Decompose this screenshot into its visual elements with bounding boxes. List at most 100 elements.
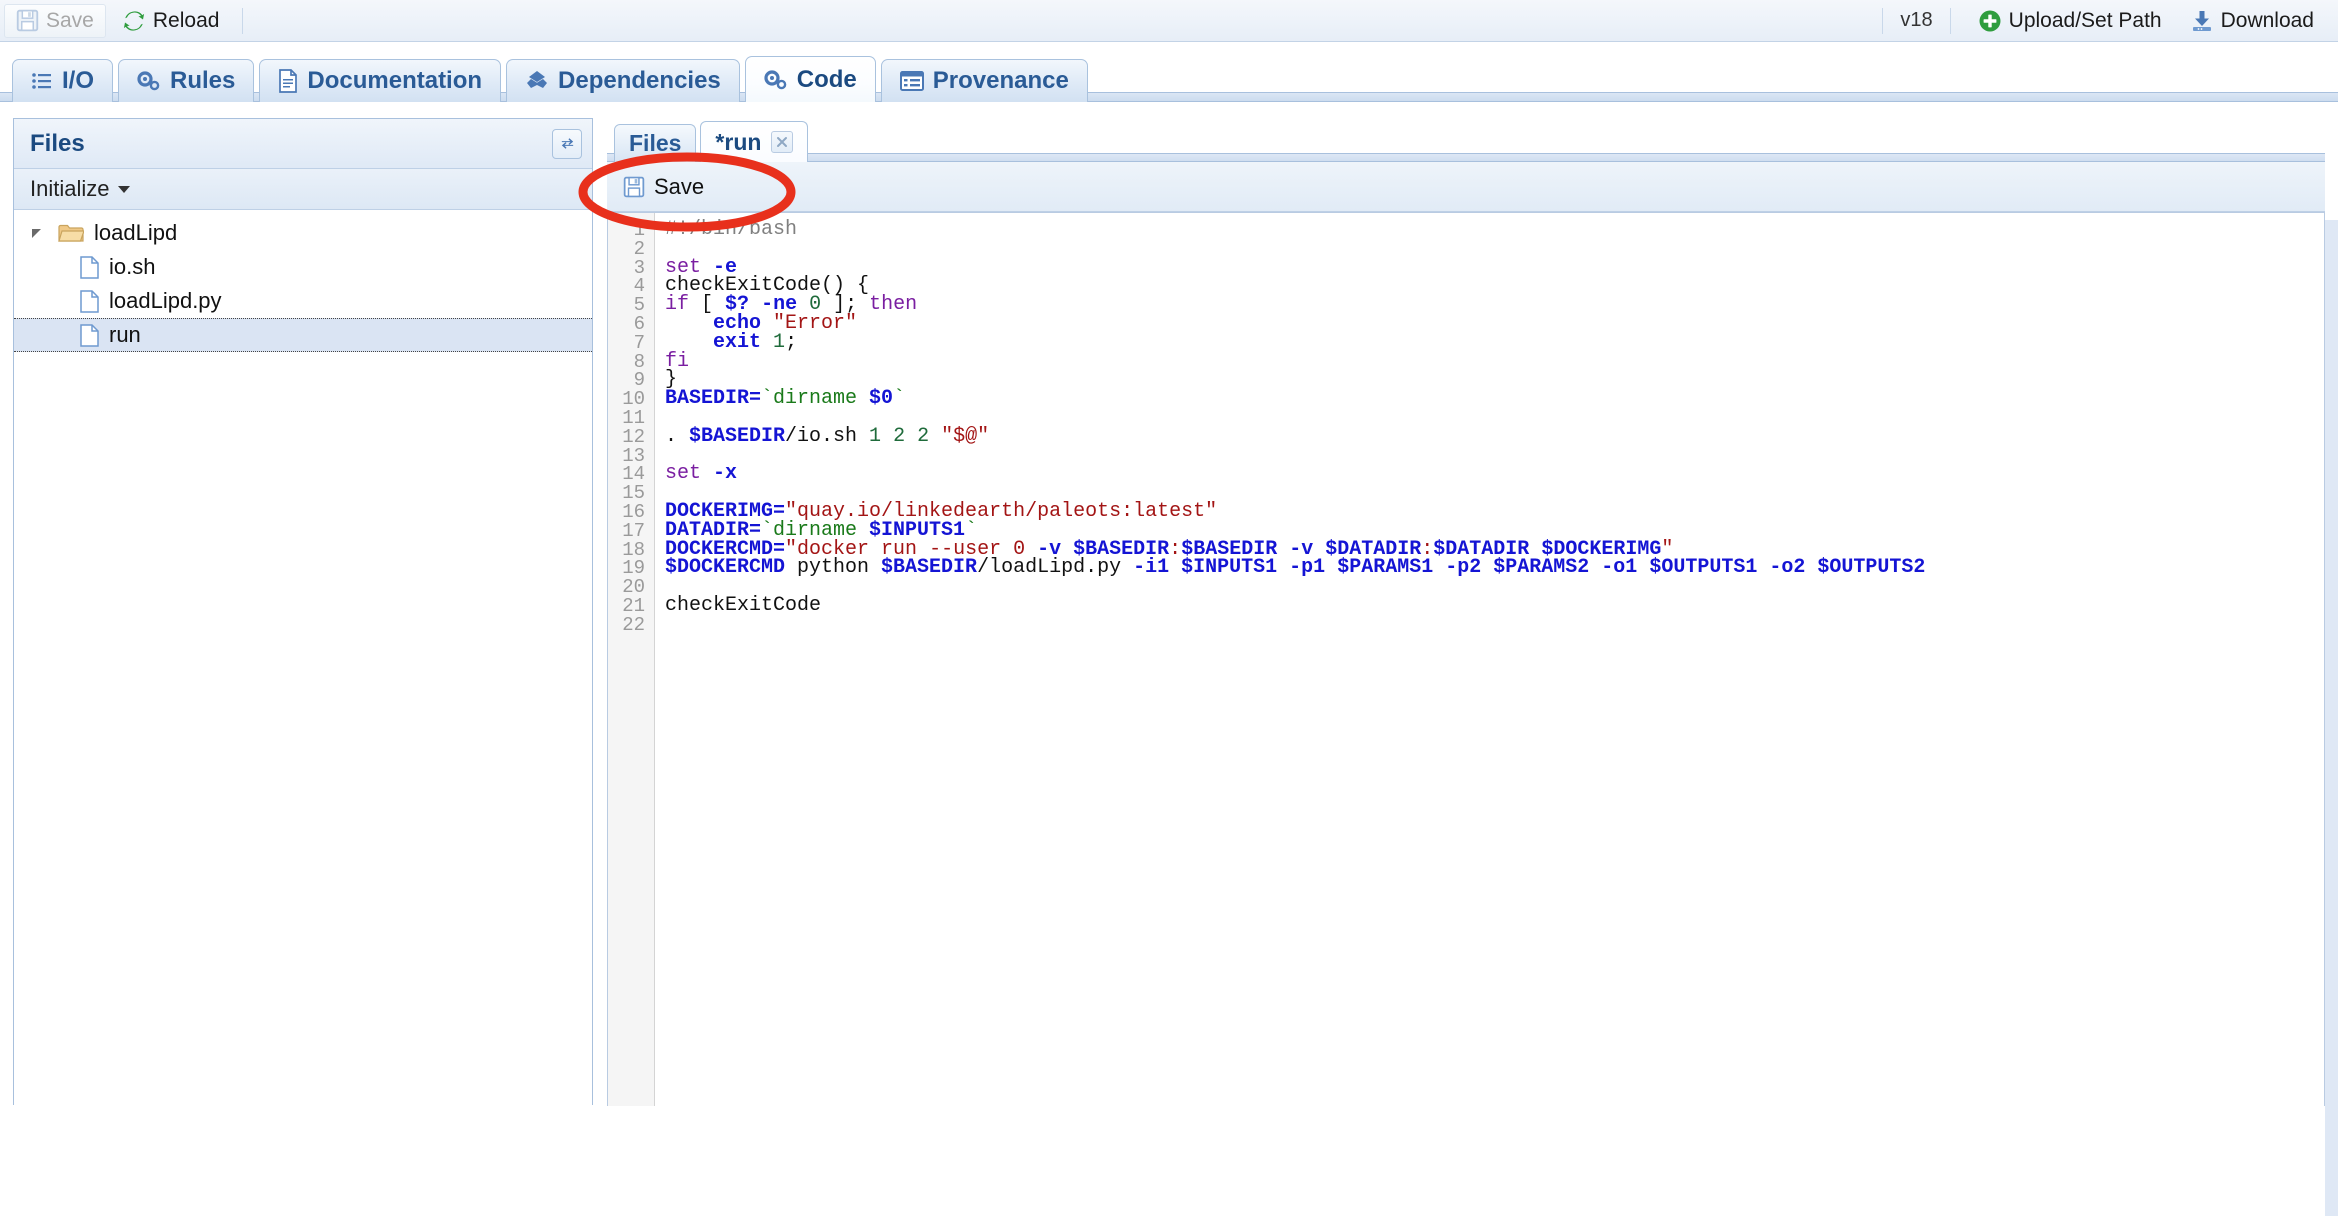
top-toolbar-right-group: v18 Upload/Set Path Download — [1871, 4, 2338, 38]
download-label: Download — [2220, 8, 2314, 32]
floppy-disk-icon — [623, 176, 645, 198]
code-token: -o2 — [1769, 556, 1806, 580]
version-divider-right — [1949, 7, 1951, 34]
tree-item-loadlipd-folder[interactable]: loadLipd — [14, 216, 592, 250]
tab-provenance[interactable]: Provenance — [880, 59, 1088, 102]
editor-save-button[interactable]: Save — [611, 167, 718, 207]
code-line: exit 1; — [665, 331, 2324, 354]
line-number: 22 — [622, 613, 645, 636]
tab-documentation[interactable]: Documentation — [259, 59, 502, 102]
code-token: /loadLipd.py — [977, 556, 1134, 580]
table-icon — [899, 70, 924, 92]
code-token: #!/bin/bash — [665, 218, 798, 241]
editor-tab-strip: Files *run — [607, 114, 2325, 162]
editor-save-label: Save — [654, 173, 705, 199]
editor-region: Files *run Save 1 2 3 4 5 6 7 8 9 10 11 … — [607, 110, 2325, 1106]
tree-item-io-sh[interactable]: io.sh — [14, 250, 592, 284]
close-icon[interactable] — [771, 131, 794, 153]
editor-tab-files[interactable]: Files — [614, 124, 697, 162]
code-line: set -e — [665, 257, 2324, 278]
file-tree: loadLipd io.sh loadLipd.py run — [14, 210, 592, 352]
code-token: -x — [713, 462, 738, 486]
line-number: 3 — [633, 256, 645, 279]
tree-item-run[interactable]: run — [14, 318, 592, 352]
initialize-dropdown[interactable]: Initialize — [30, 176, 131, 202]
editor-toolbar: Save — [607, 162, 2325, 212]
code-token: -o1 — [1601, 556, 1638, 580]
tree-twisty-expanded[interactable] — [32, 228, 48, 238]
line-number: 8 — [633, 350, 645, 373]
tree-item-label: loadLipd — [94, 220, 178, 245]
file-icon — [80, 323, 99, 347]
refresh-icon[interactable] — [552, 128, 582, 159]
code-content[interactable]: #!/bin/bash set -e checkExitCode() {if [ … — [655, 213, 2324, 1106]
reload-icon — [122, 9, 146, 33]
puzzle-icon — [525, 70, 549, 92]
files-panel-header: Files — [14, 119, 592, 169]
version-divider-left — [1882, 7, 1884, 34]
folder-open-icon — [58, 223, 85, 244]
version-label: v18 — [1900, 9, 1933, 31]
plus-circle-icon — [1978, 9, 2002, 33]
tree-item-loadlipd-py[interactable]: loadLipd.py — [14, 284, 592, 318]
files-panel: Files Initialize loadLipd io.sh loadLipd… — [13, 118, 593, 1105]
upload-set-path-label: Upload/Set Path — [2008, 8, 2162, 32]
code-editor[interactable]: 1 2 3 4 5 6 7 8 9 10 11 12 13 14 15 16 17 18 19 20 21 22 #!/b… — [607, 212, 2325, 1106]
tab-code[interactable]: Code — [744, 56, 876, 102]
code-line: } — [665, 370, 2324, 390]
download-button[interactable]: Download — [2178, 4, 2326, 38]
tree-item-label: loadLipd.py — [109, 288, 222, 313]
code-token: /io.sh — [785, 424, 870, 448]
files-panel-subbar: Initialize — [14, 169, 592, 210]
global-save-button[interactable]: Save — [4, 3, 106, 38]
gears-icon — [764, 69, 788, 91]
reload-label: Reload — [152, 8, 220, 32]
tab-dependencies[interactable]: Dependencies — [506, 59, 740, 102]
code-token: $BASEDIR — [881, 556, 978, 580]
code-token: $OUTPUTS2 — [1817, 556, 1926, 580]
tree-item-label: io.sh — [109, 254, 156, 279]
code-line: if [ $? -ne 0 ]; then — [665, 293, 2324, 317]
main-tab-strip: I/O Rules Documentation Dependencies Cod… — [0, 42, 2338, 102]
code-line: $DOCKERCMD python $BASEDIR/loadLipd.py -… — [665, 556, 2324, 580]
code-token: checkExitCode — [665, 593, 822, 617]
reload-button[interactable]: Reload — [110, 4, 232, 38]
initialize-label: Initialize — [30, 176, 110, 201]
chevron-down-icon — [118, 185, 131, 193]
code-line: BASEDIR=`dirname $0` — [665, 387, 2324, 411]
code-token: then — [869, 293, 918, 317]
tab-rules[interactable]: Rules — [118, 59, 255, 102]
line-number: 21 — [622, 594, 645, 617]
line-number: 16 — [622, 500, 645, 523]
tab-code-label: Code — [796, 65, 857, 93]
code-token: -p1 — [1289, 556, 1326, 580]
tab-io[interactable]: I/O — [12, 59, 114, 102]
floppy-disk-icon — [16, 9, 39, 32]
body-area: Files Initialize loadLipd io.sh loadLipd… — [0, 110, 2338, 1216]
top-toolbar: Save Reload v18 Upload/Set Path Download — [0, 0, 2338, 42]
upload-set-path-button[interactable]: Upload/Set Path — [1966, 4, 2174, 38]
code-token: `dirname — [761, 387, 870, 411]
tab-dependencies-label: Dependencies — [558, 67, 721, 94]
download-icon — [2190, 9, 2214, 33]
list-icon — [31, 70, 53, 92]
line-number: 4 — [633, 275, 645, 298]
file-icon — [80, 289, 99, 313]
code-token: -p2 — [1445, 556, 1482, 580]
code-token: 1 — [869, 424, 882, 448]
editor-tab-run[interactable]: *run — [700, 121, 809, 162]
document-icon — [278, 69, 298, 93]
vertical-scrollbar-rail[interactable] — [2325, 220, 2338, 1216]
code-token: $INPUTS1 — [1181, 556, 1278, 580]
code-line: fi — [665, 351, 2324, 372]
code-token: $OUTPUTS1 — [1649, 556, 1758, 580]
